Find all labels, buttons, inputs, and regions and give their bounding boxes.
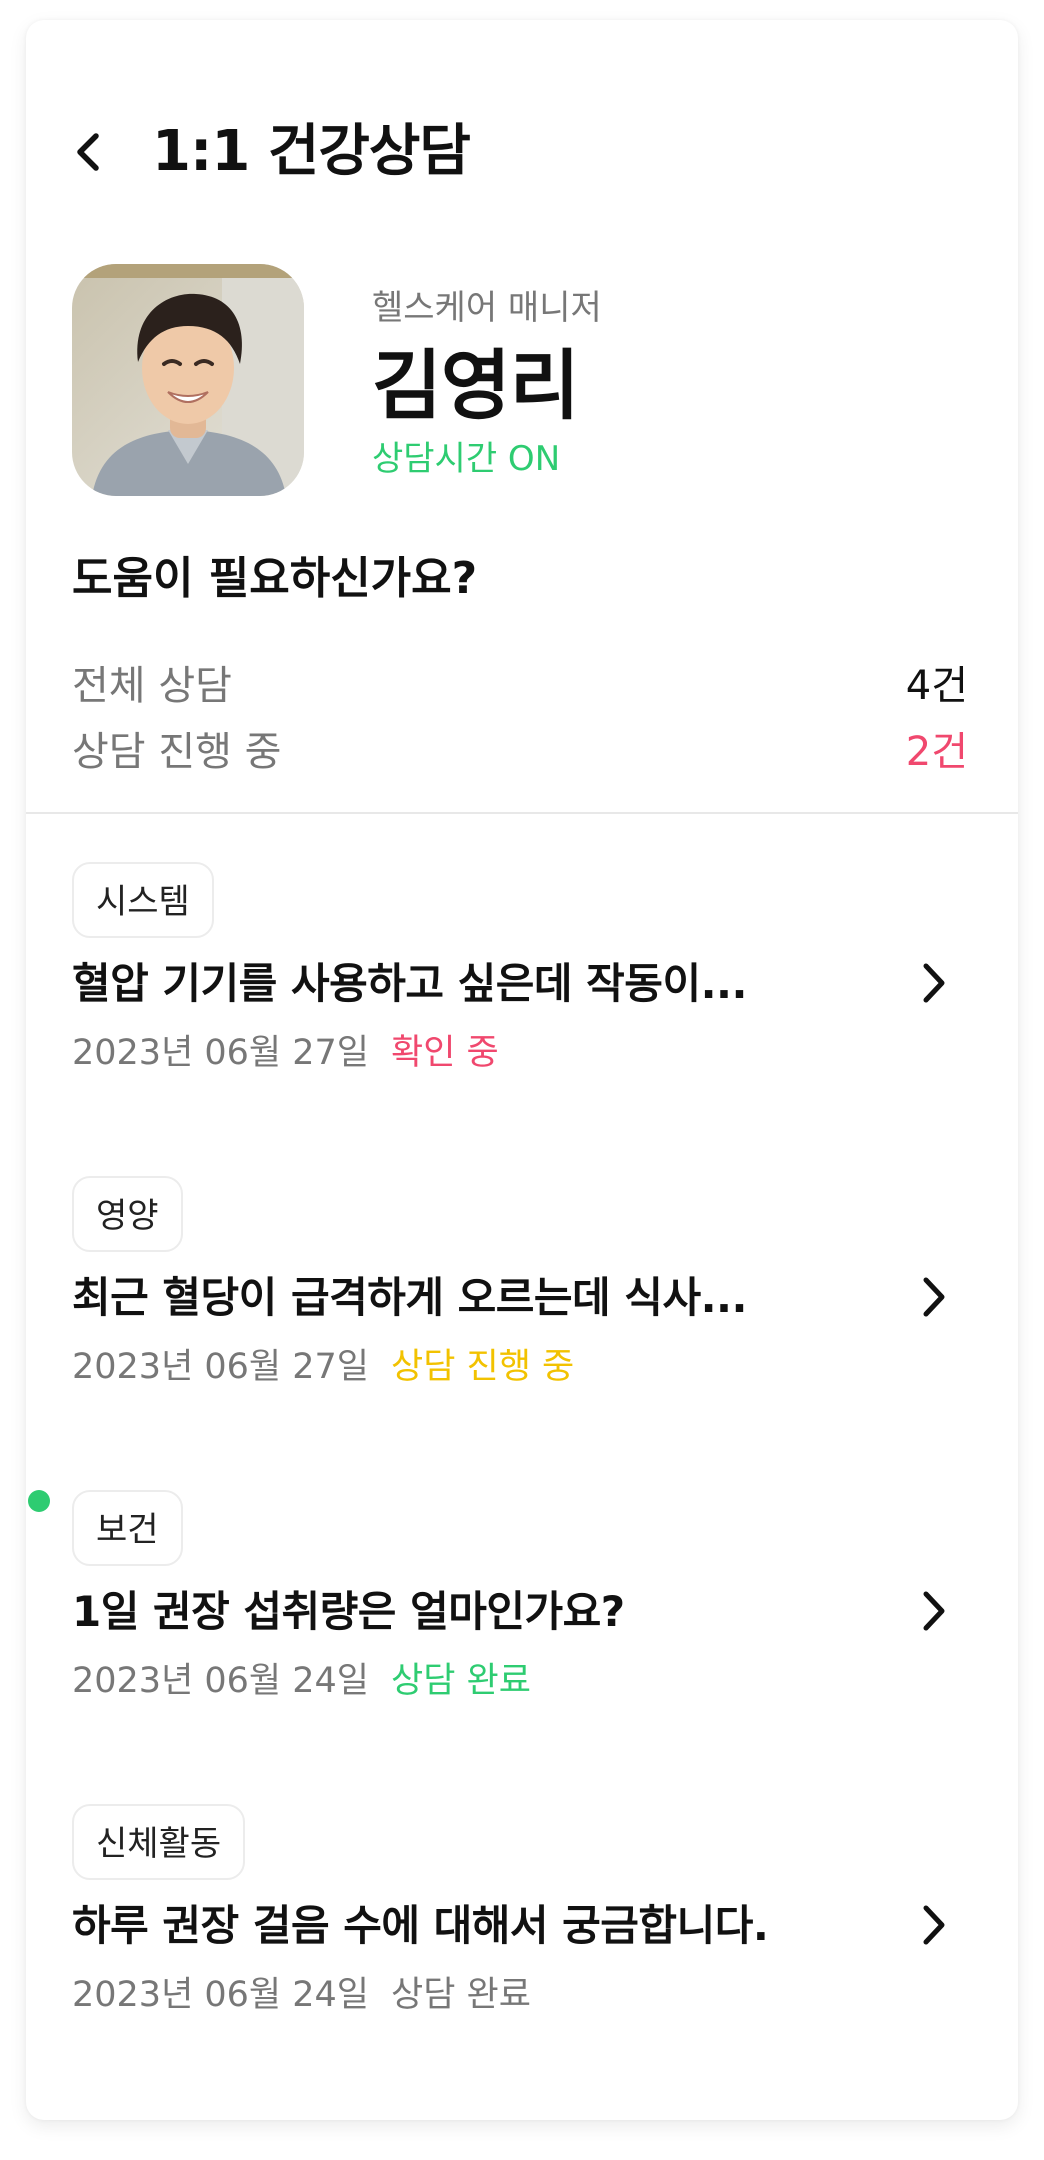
chevron-right-icon (923, 963, 945, 1003)
category-tag: 시스템 (72, 862, 214, 938)
category-tag: 보건 (72, 1490, 183, 1566)
manager-name: 김영리 (372, 341, 580, 430)
new-indicator-dot (28, 1490, 50, 1512)
consultation-status: 확인 중 (391, 1033, 499, 1073)
manager-avatar (72, 264, 304, 496)
consultation-title: 혈압 기기를 사용하고 싶은데 작동이... (72, 959, 747, 1008)
category-tag: 신체활동 (72, 1804, 246, 1880)
consultation-item[interactable]: 영양 최근 혈당이 급격하게 오르는데 식사... 2023년 06월 27일 … (26, 1176, 1018, 1416)
category-tag: 영양 (72, 1176, 183, 1252)
total-consultations-label: 전체 상담 (72, 663, 232, 709)
consultation-screen: 1:1 건강상담 헬스케어 매니저 김영리 상담시간 ON 도움이 필요하신가요… (26, 20, 1018, 2120)
consultation-item[interactable]: 신체활동 하루 권장 걸음 수에 대해서 궁금합니다. 2023년 06월 24… (26, 1804, 1018, 2044)
consultation-status: 상담 완료 (391, 1661, 531, 1701)
ongoing-consultations-value: 2건 (905, 729, 968, 775)
page-title: 1:1 건강상담 (152, 119, 471, 184)
manager-role: 헬스케어 매니저 (372, 288, 602, 328)
chevron-right-icon (923, 1277, 945, 1317)
consultation-date: 2023년 06월 24일 (72, 1661, 369, 1701)
consultation-status: 상담 진행 중 (391, 1347, 575, 1387)
consultation-title: 1일 권장 섭취량은 얼마인가요? (72, 1587, 625, 1636)
divider (26, 812, 1018, 814)
total-consultations-value: 4건 (905, 663, 968, 709)
consultation-date: 2023년 06월 24일 (72, 1975, 369, 2015)
consultation-item[interactable]: 보건 1일 권장 섭취량은 얼마인가요? 2023년 06월 24일 상담 완료 (26, 1490, 1018, 1730)
header: 1:1 건강상담 (26, 102, 1018, 202)
help-heading: 도움이 필요하신가요? (72, 553, 478, 604)
back-button[interactable] (66, 124, 114, 180)
ongoing-consultations-row: 상담 진행 중 2건 (72, 724, 968, 780)
consultation-title: 최근 혈당이 급격하게 오르는데 식사... (72, 1273, 747, 1322)
chevron-left-icon (77, 133, 99, 171)
consultation-item[interactable]: 시스템 혈압 기기를 사용하고 싶은데 작동이... 2023년 06월 27일… (26, 862, 1018, 1102)
consultation-status: 상담 완료 (391, 1975, 531, 2015)
chevron-right-icon (923, 1591, 945, 1631)
total-consultations-row: 전체 상담 4건 (72, 658, 968, 714)
consultation-date: 2023년 06월 27일 (72, 1347, 369, 1387)
chevron-right-icon (923, 1905, 945, 1945)
consultation-title: 하루 권장 걸음 수에 대해서 궁금합니다. (72, 1901, 769, 1950)
ongoing-consultations-label: 상담 진행 중 (72, 729, 282, 775)
consultation-date: 2023년 06월 27일 (72, 1033, 369, 1073)
consult-hours-status: 상담시간 ON (372, 439, 561, 479)
